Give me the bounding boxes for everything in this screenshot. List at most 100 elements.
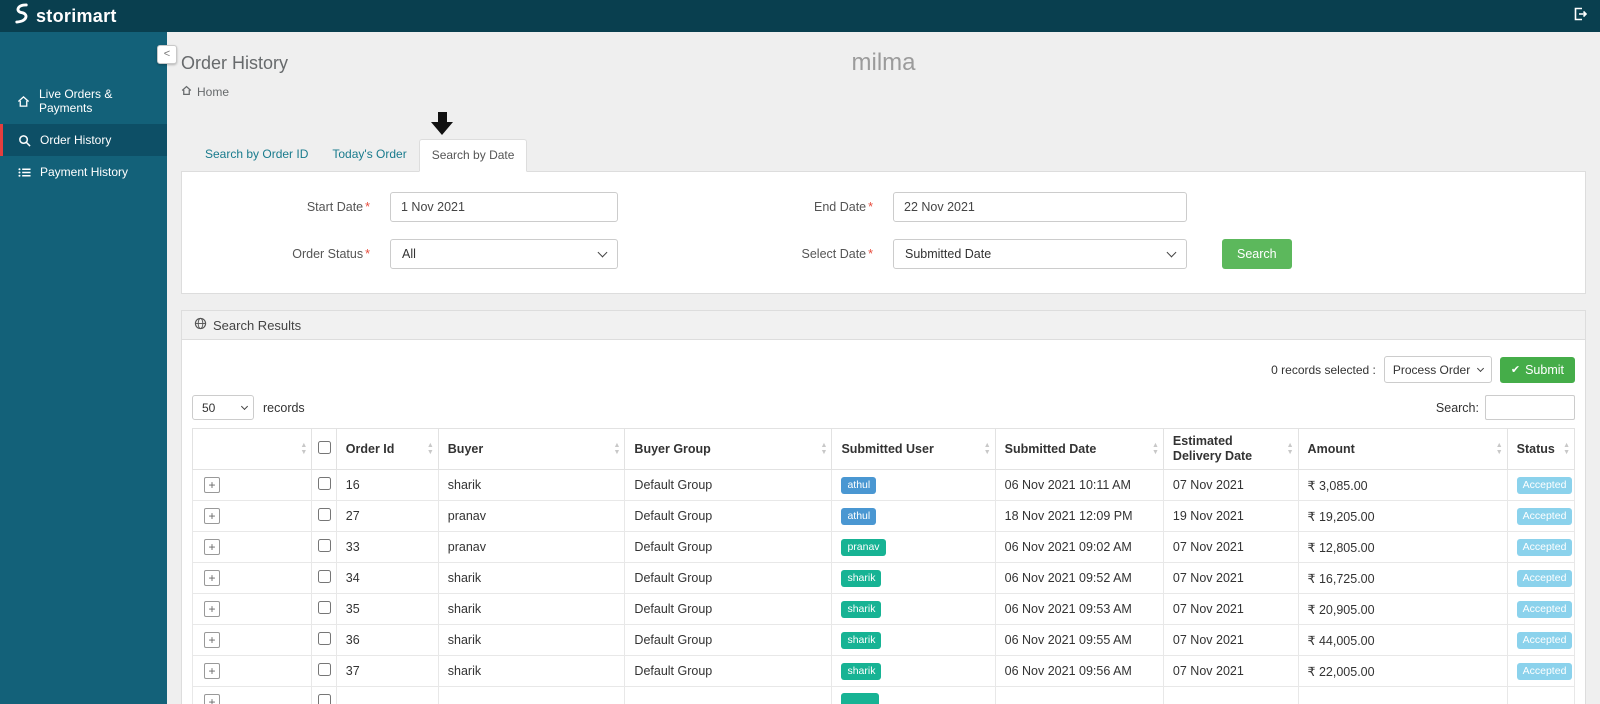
main-content: Order History milma Home Search by Order… [167,32,1600,704]
column-header-status[interactable]: Status ▲ ▼ [1506,428,1576,470]
sort-icon: ▲ ▼ [820,442,828,456]
search-button[interactable]: Search [1222,239,1292,269]
cell-order-id: 27 [335,500,439,532]
column-header-submitted-date[interactable]: Submitted Date ▲ ▼ [994,428,1164,470]
cell-buyer-group: Default Group [624,593,833,625]
expand-row-button[interactable]: + [204,663,220,679]
select-date-label: Select Date * [801,247,874,261]
submitted-user-badge: pranav [841,538,886,556]
status-badge: Accepted [1516,538,1573,556]
submitted-user-badge: athul [841,476,877,494]
submitted-user-badge: sharik [841,600,882,618]
column-header-order-id[interactable]: Order Id ▲ ▼ [335,428,439,470]
expand-row-button[interactable]: + [204,570,220,586]
row-checkbox[interactable] [317,663,331,676]
row-checkbox[interactable] [317,570,331,583]
process-order-select[interactable]: Process Order [1383,356,1492,383]
sidebar-collapse-button[interactable]: < [157,45,177,64]
cell-buyer-group: Default Group [624,624,833,656]
cell-delivery-date: 07 Nov 2021 [1162,655,1299,687]
cell-buyer-group: Default Group [624,562,833,594]
table-header-row: ▲ ▼ Order Id ▲ ▼ Buyer ▲ ▼ Buyer Group ▲ ▼ Subm… [191,428,1576,470]
end-date-input[interactable] [893,192,1187,222]
row-checkbox[interactable] [317,539,331,552]
cell-order-id: 37 [335,655,439,687]
expand-row-button[interactable]: + [204,477,220,493]
column-header-amount[interactable]: Amount ▲ ▼ [1297,428,1508,470]
page-size-select[interactable]: 50 [192,395,254,420]
sort-icon: ▲ ▼ [1495,442,1503,456]
topbar: storimart [0,0,1600,32]
column-header-buyer-group[interactable]: Buyer Group ▲ ▼ [624,428,833,470]
breadcrumb-home[interactable]: Home [197,85,229,99]
annotation-arrow-icon [431,112,453,135]
row-checkbox[interactable] [317,601,331,614]
submit-button[interactable]: ✔ Submit [1499,356,1575,383]
expand-row-button[interactable]: + [204,694,220,704]
cell-order-id: 34 [335,562,439,594]
chevron-down-icon [240,402,249,410]
start-date-label: Start Date * [306,200,370,214]
cell-buyer: sharik [437,655,626,687]
breadcrumb-home-icon [181,85,192,99]
sidebar-item-order-history[interactable]: Order History [0,124,167,156]
tab-todays-order[interactable]: Today's Order [320,139,418,171]
logout-button[interactable] [1572,6,1588,27]
expand-row-button[interactable]: + [204,508,220,524]
results-panel-header: Search Results [182,311,1585,340]
column-header-submitted-user[interactable]: Submitted User ▲ ▼ [831,428,996,470]
brand: storimart [12,3,117,29]
status-badge: Accepted [1516,507,1573,525]
cell-order-id: 16 [335,469,439,501]
order-status-select[interactable]: All [390,239,618,269]
table-row: + 36 sharik Default Group sharik 06 Nov … [191,624,1576,656]
cell-amount: ₹ 12,805.00 [1297,531,1508,563]
cell-amount: ₹ 19,205.00 [1297,500,1508,532]
required-marker: * [868,200,873,214]
column-header-select [311,428,337,470]
column-header-buyer[interactable]: Buyer ▲ ▼ [437,428,626,470]
expand-row-button[interactable]: + [204,632,220,648]
globe-icon [194,317,207,333]
row-checkbox[interactable] [317,632,331,645]
status-badge: Accepted [1516,662,1573,680]
cell-buyer: sharik [437,593,626,625]
submitted-user-badge: sharik [841,631,882,649]
sort-icon: ▲ ▼ [1286,442,1294,456]
table-row: + 16 sharik Default Group athul 06 Nov 2… [191,469,1576,501]
cell-buyer-group: Default Group [624,469,833,501]
column-header-estimated-delivery-date[interactable]: Estimated Delivery Date ▲ ▼ [1162,428,1299,470]
status-badge: Accepted [1516,476,1573,494]
row-checkbox[interactable] [317,508,331,521]
column-header-expand[interactable]: ▲ ▼ [191,428,313,470]
row-checkbox[interactable] [317,694,331,704]
cell-submitted-date: 06 Nov 2021 09:02 AM [994,531,1164,563]
sidebar-item-live-orders[interactable]: Live Orders & Payments [0,78,167,124]
cell-delivery-date: 07 Nov 2021 [1162,593,1299,625]
tabs-area: Search by Order ID Today's Order Search … [181,112,1586,294]
cell-amount: ₹ 20,905.00 [1297,593,1508,625]
tab-search-by-order-id[interactable]: Search by Order ID [193,139,320,171]
cell-order-id: 36 [335,624,439,656]
order-status-label: Order Status * [292,247,370,261]
row-checkbox[interactable] [317,477,331,490]
tab-search-by-date[interactable]: Search by Date [418,139,528,172]
cell-submitted-date: 06 Nov 2021 10:11 AM [994,469,1164,501]
start-date-input[interactable] [390,192,618,222]
cell-buyer: sharik [437,624,626,656]
submitted-user-badge: athul [841,507,877,525]
expand-row-button[interactable]: + [204,601,220,617]
results-body: 0 records selected : Process Order ✔ Sub… [182,340,1585,704]
breadcrumb: Home [181,84,1586,99]
workspace-title: milma [851,49,916,76]
select-date-select[interactable]: Submitted Date [893,239,1187,269]
table-search-input[interactable] [1485,395,1575,420]
search-form-panel: Start Date* End Date* Order Status* All … [181,171,1586,294]
sidebar-item-payment-history[interactable]: Payment History [0,156,167,188]
sort-icon: ▲ ▼ [300,442,308,456]
expand-row-button[interactable]: + [204,539,220,555]
cell-amount: ₹ 44,005.00 [1297,624,1508,656]
select-all-checkbox[interactable] [317,440,331,454]
page-header: Order History milma [181,46,1586,80]
